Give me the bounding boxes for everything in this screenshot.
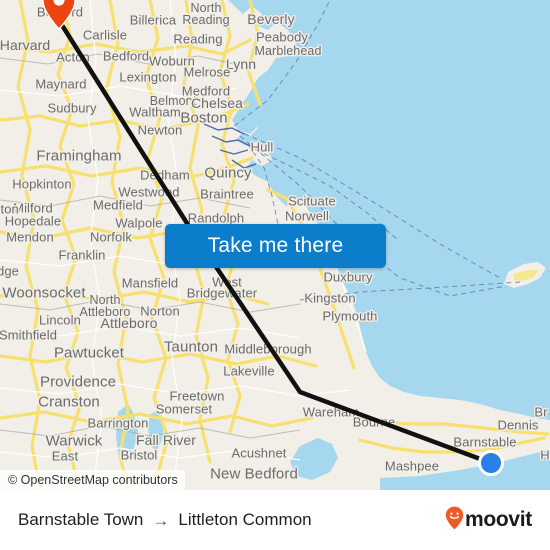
moovit-trip-map-screen: Harvard Carlisle Billerica North Reading Read… <box>0 0 550 550</box>
moovit-logo[interactable]: moovit <box>445 506 532 535</box>
arrow-right-icon: → <box>152 510 170 530</box>
moovit-wordmark: moovit <box>464 508 532 531</box>
destination-label: Littleton Common <box>178 510 312 529</box>
origin-label: Barnstable Town <box>18 510 144 529</box>
destination-location-dot-icon[interactable] <box>478 450 504 476</box>
trip-summary: Barnstable Town → Littleton Common <box>18 510 312 530</box>
origin-map-pin-icon[interactable] <box>42 0 76 31</box>
map-attribution[interactable]: © OpenStreetMap contributors <box>0 470 185 490</box>
trip-footer-bar: Barnstable Town → Littleton Common moovi… <box>0 490 550 550</box>
map-canvas[interactable]: Harvard Carlisle Billerica North Reading Read… <box>0 0 550 490</box>
moovit-pin-icon <box>445 506 464 535</box>
take-me-there-button[interactable]: Take me there <box>165 224 386 268</box>
